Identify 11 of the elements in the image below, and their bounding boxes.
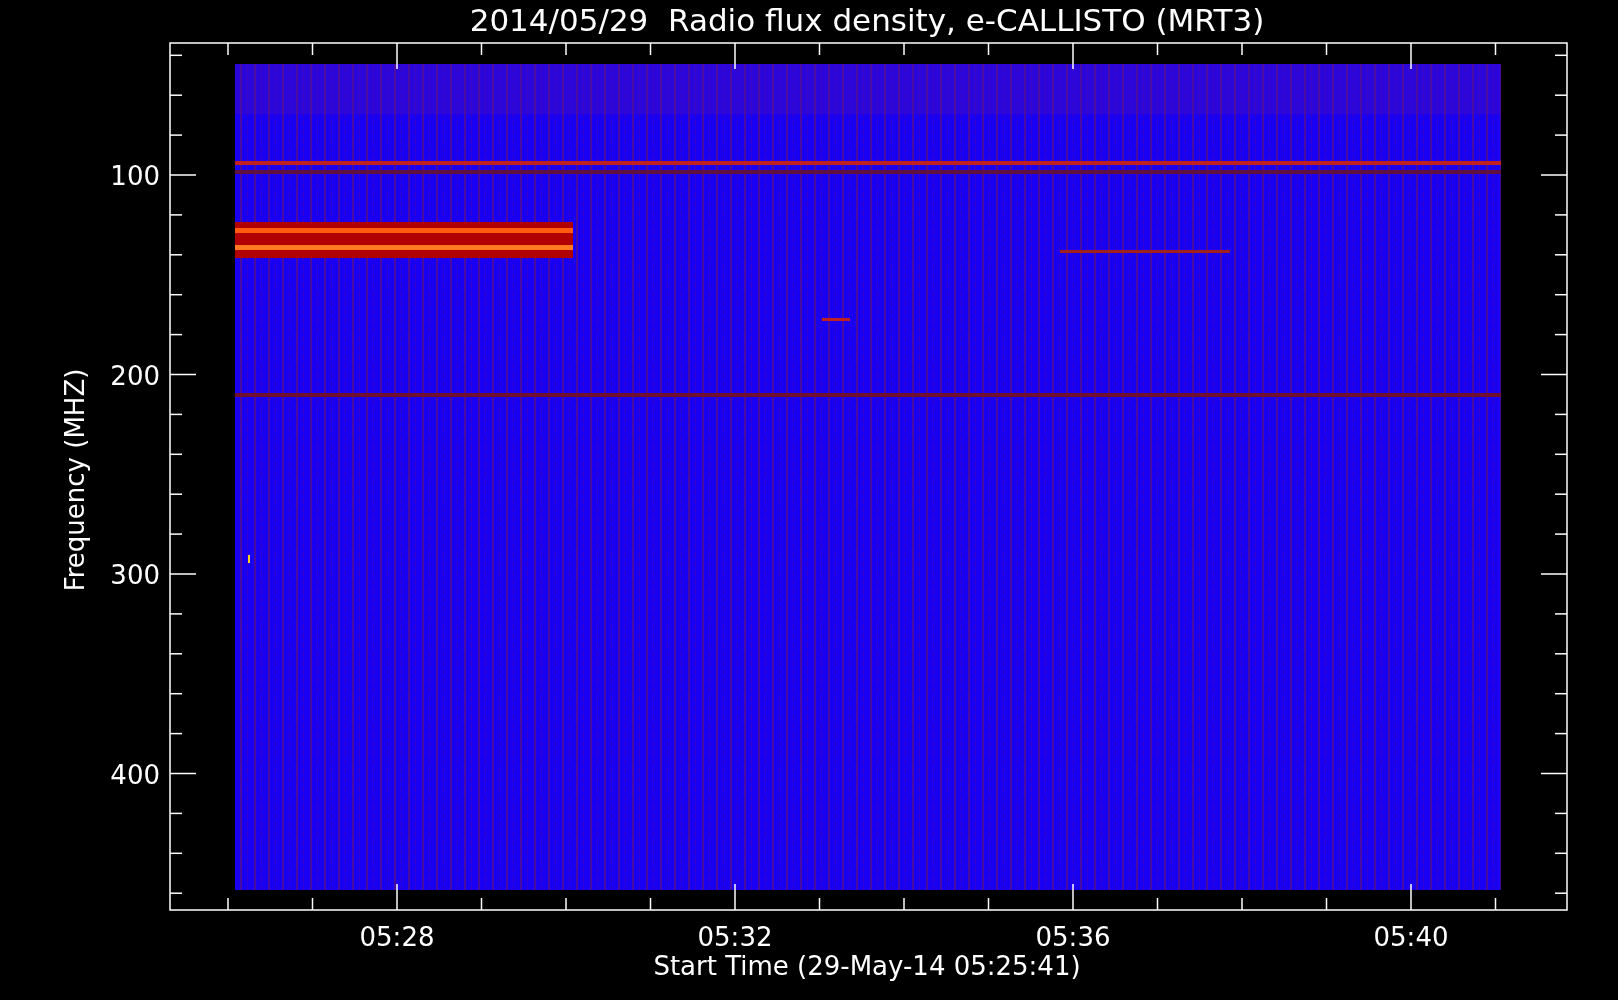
y-tick-label: 200 [110, 360, 160, 391]
x-axis-label: Start Time (29-May-14 05:25:41) [653, 951, 1081, 981]
x-tick-label: 05:28 [359, 922, 435, 952]
x-tick-label: 05:36 [1035, 922, 1111, 952]
x-tick-label: 05:40 [1373, 922, 1449, 952]
y-axis-label: Frequency (MHZ) [60, 368, 90, 592]
x-tick-label: 05:32 [697, 922, 773, 952]
y-tick-label: 300 [110, 560, 160, 590]
y-tick-label: 400 [110, 759, 160, 790]
chart-title: 2014/05/29 Radio flux density, e-CALLISTO (MRT3) [469, 2, 1265, 38]
y-tick-label: 100 [110, 161, 160, 191]
